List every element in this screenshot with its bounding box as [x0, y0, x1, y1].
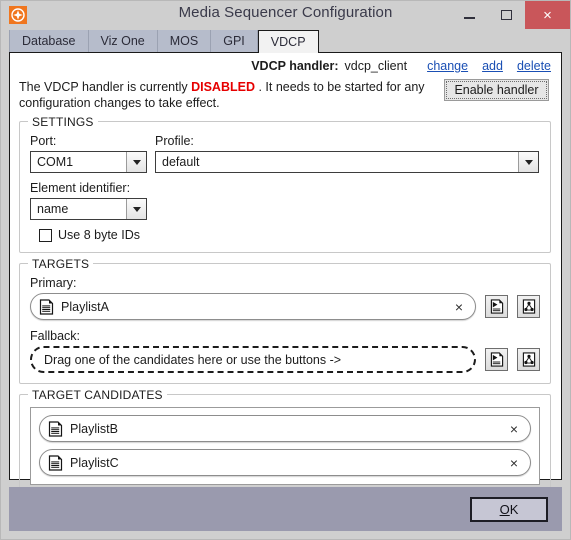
use-8-byte-ids-row[interactable]: Use 8 byte IDs	[39, 228, 540, 242]
enable-handler-label: Enable handler	[454, 83, 539, 97]
pick-playlist-icon[interactable]	[485, 295, 508, 318]
maximize-button[interactable]	[488, 1, 525, 29]
remove-primary-target-icon[interactable]: ×	[453, 300, 465, 314]
list-item[interactable]: PlaylistC ×	[39, 449, 531, 476]
chevron-down-icon	[524, 159, 533, 165]
document-icon	[48, 454, 63, 471]
handler-row: VDCP handler: vdcp_client change add del…	[10, 53, 561, 73]
settings-group: SETTINGS Port: COM1 Profile: default Ele…	[19, 115, 551, 253]
element-identifier-value: name	[37, 202, 69, 216]
ok-mnemonic: O	[499, 501, 510, 517]
handler-status-text: The VDCP handler is currently DISABLED .…	[19, 79, 444, 111]
element-identifier-label: Element identifier:	[30, 181, 131, 195]
window-controls: ×	[451, 1, 570, 29]
tab-bar: Database Viz One MOS GPI VDCP	[1, 29, 570, 53]
settings-left-column: Port: COM1	[30, 134, 155, 173]
remove-candidate-icon[interactable]: ×	[508, 456, 520, 470]
close-icon: ×	[543, 6, 552, 24]
tab-label: VDCP	[270, 35, 306, 49]
port-value: COM1	[37, 155, 74, 169]
element-identifier-field: Element identifier: name	[30, 181, 540, 220]
minimize-icon	[464, 17, 475, 19]
status-badge: DISABLED	[191, 80, 255, 94]
tab-viz-one[interactable]: Viz One	[88, 30, 158, 52]
element-identifier-combobox[interactable]: name	[30, 198, 147, 220]
tab-label: Database	[22, 34, 76, 48]
element-identifier-dropdown-button[interactable]	[126, 199, 146, 219]
use-8-byte-ids-label: Use 8 byte IDs	[58, 228, 140, 242]
target-candidates-group-title: TARGET CANDIDATES	[28, 388, 167, 402]
primary-label: Primary:	[30, 276, 77, 290]
close-button[interactable]: ×	[525, 1, 570, 29]
primary-target-label: PlaylistA	[61, 299, 109, 314]
fallback-label: Fallback:	[30, 329, 81, 343]
maximize-icon	[501, 10, 512, 20]
use-8-byte-ids-checkbox[interactable]	[39, 228, 52, 242]
handler-label: VDCP handler:	[251, 59, 339, 73]
tab-mos[interactable]: MOS	[157, 30, 212, 52]
ok-label-rest: K	[509, 501, 519, 517]
minimize-button[interactable]	[451, 1, 488, 29]
primary-target-pill[interactable]: PlaylistA ×	[30, 293, 476, 320]
change-handler-link[interactable]: change	[427, 59, 468, 73]
candidate-label: PlaylistB	[70, 421, 118, 436]
delete-handler-link[interactable]: delete	[517, 59, 551, 73]
dialog-footer: OK	[9, 487, 562, 531]
target-candidates-group: TARGET CANDIDATES PlaylistB × PlaylistC …	[19, 388, 551, 496]
tab-label: MOS	[169, 34, 199, 48]
profile-value: default	[162, 155, 200, 169]
pick-target-group-icon[interactable]	[517, 295, 540, 318]
profile-dropdown-button[interactable]	[518, 152, 538, 172]
document-icon	[48, 420, 63, 437]
list-item[interactable]: PlaylistB ×	[39, 415, 531, 442]
tab-vdcp[interactable]: VDCP	[257, 30, 319, 53]
fallback-target-row: Drag one of the candidates here or use t…	[30, 346, 540, 373]
port-dropdown-button[interactable]	[126, 152, 146, 172]
remove-candidate-icon[interactable]: ×	[508, 422, 520, 436]
targets-group-title: TARGETS	[28, 257, 94, 271]
settings-group-title: SETTINGS	[28, 115, 98, 129]
chevron-down-icon	[132, 159, 141, 165]
title-bar: Media Sequencer Configuration ×	[1, 1, 570, 29]
tab-gpi[interactable]: GPI	[211, 30, 258, 52]
candidate-label: PlaylistC	[70, 455, 119, 470]
handler-name: vdcp_client	[344, 59, 408, 73]
targets-group: TARGETS Primary: PlaylistA × Fallback: D…	[19, 257, 551, 384]
enable-handler-button[interactable]: Enable handler	[444, 79, 549, 101]
document-icon	[39, 298, 54, 315]
pick-target-group-icon[interactable]	[517, 348, 540, 371]
ok-button[interactable]: OK	[470, 496, 548, 522]
tab-database[interactable]: Database	[9, 30, 89, 52]
profile-combobox[interactable]: default	[155, 151, 539, 173]
settings-right-column: Profile: default	[155, 134, 540, 173]
status-text-before: The VDCP handler is currently	[19, 80, 192, 94]
profile-label: Profile:	[155, 134, 194, 148]
chevron-down-icon	[132, 206, 141, 212]
tab-label: GPI	[223, 34, 245, 48]
port-combobox[interactable]: COM1	[30, 151, 147, 173]
port-label: Port:	[30, 134, 57, 148]
settings-columns: Port: COM1 Profile: default	[30, 134, 540, 173]
primary-target-row: PlaylistA ×	[30, 293, 540, 320]
fallback-placeholder: Drag one of the candidates here or use t…	[44, 352, 342, 367]
fallback-dropzone[interactable]: Drag one of the candidates here or use t…	[30, 346, 476, 373]
pick-playlist-icon[interactable]	[485, 348, 508, 371]
add-handler-link[interactable]: add	[482, 59, 503, 73]
target-candidates-list: PlaylistB × PlaylistC ×	[30, 407, 540, 485]
status-row: The VDCP handler is currently DISABLED .…	[10, 73, 561, 111]
configuration-window: Media Sequencer Configuration × Database…	[0, 0, 571, 540]
tab-label: Viz One	[100, 34, 145, 48]
vdcp-panel: VDCP handler: vdcp_client change add del…	[9, 52, 562, 496]
